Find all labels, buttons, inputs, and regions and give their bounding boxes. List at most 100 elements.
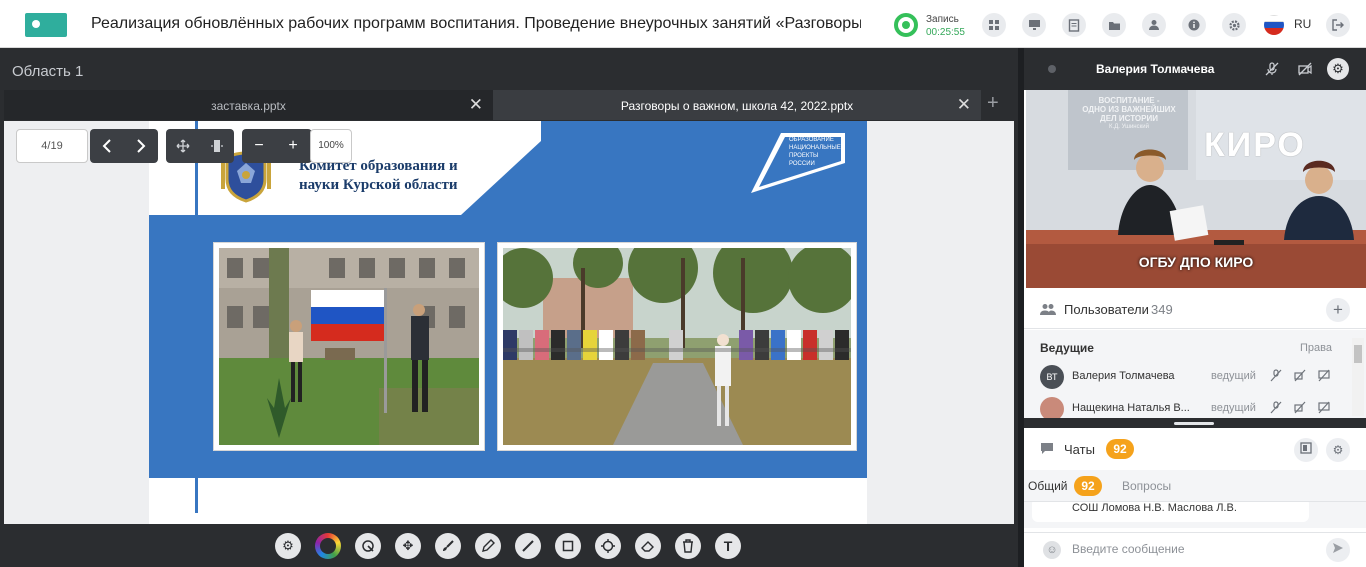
chat-label: Чаты (1064, 442, 1095, 457)
folder-icon[interactable] (1102, 13, 1126, 37)
rectangle-icon[interactable] (555, 533, 581, 559)
tab-zastavka[interactable]: заставка.pptx ✕ (4, 90, 493, 120)
area-title: Область 1 (12, 63, 84, 80)
pencil-icon[interactable] (475, 533, 501, 559)
eraser-icon[interactable] (635, 533, 661, 559)
fit-group (166, 129, 234, 163)
recording-time: 00:25:55 (926, 27, 965, 38)
mic-off-icon[interactable] (1270, 401, 1282, 417)
info-icon[interactable] (1182, 13, 1206, 37)
users-header[interactable]: Пользователи 349 + (1024, 291, 1366, 329)
national-projects-text: ОБРАЗОВАНИЕ НАЦИОНАЛЬНЫЕ ПРОЕКТЫ РОССИИ (789, 136, 844, 168)
user-settings-icon[interactable] (1142, 13, 1166, 37)
page-nav-group (90, 129, 158, 163)
chat-message: СОШ Ломова Н.В. Маслова Л.В. (1032, 502, 1309, 522)
fit-width-icon[interactable] (200, 129, 234, 163)
gear-icon[interactable] (1222, 13, 1246, 37)
send-icon[interactable] (1326, 538, 1350, 562)
users-icon (1040, 303, 1056, 318)
wall-text-line3: ДЕЛ ИСТОРИИ (1100, 114, 1158, 123)
zoom-in-icon[interactable]: + (276, 129, 310, 163)
fit-page-icon[interactable] (166, 129, 200, 163)
resize-handle-icon[interactable] (1174, 422, 1214, 425)
users-label: Пользователи (1064, 302, 1149, 317)
project-line1: ОБРАЗОВАНИЕ (789, 137, 834, 143)
language-label[interactable]: RU (1294, 17, 1311, 31)
status-dot (1048, 65, 1056, 73)
project-line3: ПРОЕКТЫ (789, 153, 819, 159)
users-list: Ведущие Права ВТ Валерия Толмачева ведущ… (1024, 330, 1366, 421)
mic-off-icon[interactable] (1261, 58, 1283, 80)
message-input[interactable] (1072, 542, 1312, 556)
event-title: Реализация обновлённых рабочих программ … (91, 15, 861, 32)
camera-off-icon[interactable] (1294, 58, 1316, 80)
video-settings-icon[interactable]: ⚙ (1327, 58, 1349, 80)
org-name-line2: науки Курской области (299, 177, 458, 193)
recording-icon[interactable] (894, 13, 918, 37)
chat-count-badge: 92 (1106, 439, 1134, 459)
chat-input-bar: ☺ (1024, 532, 1366, 567)
chevron-left-icon[interactable] (90, 129, 124, 163)
workspace-pane: Область 1 заставка.pptx ✕ Разговоры о ва… (0, 48, 1018, 567)
slide-divider-line (195, 121, 198, 513)
gear-icon[interactable]: ⚙ (275, 533, 301, 559)
video-caption: ОГБУ ДПО КИРО (1138, 254, 1254, 270)
chat-icon (1040, 442, 1054, 458)
close-icon[interactable]: ✕ (957, 95, 971, 115)
camera-off-icon[interactable] (1294, 401, 1306, 417)
chat-settings-icon[interactable]: ⚙ (1326, 438, 1350, 462)
page-indicator[interactable]: 4/19 (16, 129, 88, 163)
add-user-button[interactable]: + (1326, 298, 1350, 322)
flag-icon[interactable] (1264, 15, 1284, 35)
text-icon[interactable]: T (715, 533, 741, 559)
line-icon[interactable] (515, 533, 541, 559)
slide: Комитет образования и науки Курской обла… (149, 121, 867, 524)
tab-general[interactable]: Общий (1028, 479, 1068, 493)
chevron-right-icon[interactable] (124, 129, 158, 163)
chat-messages: СОШ Ломова Н.В. Маслова Л.В. (1024, 502, 1366, 528)
chat-list-icon[interactable] (1294, 438, 1318, 462)
wall-text: ВОСПИТАНИЕ - ОДНО ИЗ ВАЖНЕЙШИХ ДЕЛ ИСТОР… (1074, 96, 1184, 132)
mic-off-icon[interactable] (1270, 369, 1282, 385)
screen-icon[interactable] (1022, 13, 1046, 37)
chat-tabs: Общий 92 Вопросы (1024, 470, 1366, 502)
zoom-group: − + (242, 129, 312, 163)
user-role: ведущий (1211, 402, 1256, 414)
users-count: 349 (1151, 302, 1173, 317)
pointer-icon[interactable] (355, 533, 381, 559)
zoom-level[interactable]: 100% (310, 129, 352, 163)
photo-schoolyard (497, 242, 857, 451)
camera-off-icon[interactable] (1294, 369, 1306, 385)
document-icon[interactable] (1062, 13, 1086, 37)
rights-label[interactable]: Права (1300, 342, 1332, 354)
user-row[interactable]: ВТ Валерия Толмачева ведущий (1024, 362, 1350, 392)
top-bar: Реализация обновлённых рабочих программ … (0, 0, 1366, 48)
tab-razgovory[interactable]: Разговоры о важном, школа 42, 2022.pptx … (493, 90, 981, 120)
project-line2: НАЦИОНАЛЬНЫЕ (789, 145, 841, 151)
project-line4: РОССИИ (789, 161, 815, 167)
tab-label: заставка.pptx (211, 99, 286, 113)
brush-icon[interactable] (435, 533, 461, 559)
recording-label: Запись (926, 14, 959, 25)
move-icon[interactable]: ✥ (395, 533, 421, 559)
users-scrollbar-thumb[interactable] (1354, 345, 1362, 363)
chat-header[interactable]: Чаты 92 ⚙ (1024, 428, 1366, 470)
drawing-toolbar: ⚙ ✥ T (4, 525, 1014, 567)
presentation-viewer: Комитет образования и науки Курской обла… (4, 121, 1014, 524)
color-picker-icon[interactable] (315, 533, 341, 559)
add-tab-icon[interactable]: + (987, 92, 999, 115)
emoji-icon[interactable]: ☺ (1043, 541, 1061, 559)
wall-logo: КИРО (1204, 126, 1306, 164)
side-panel: Валерия Толмачева ⚙ ВОСПИТАНИЕ - ОДНО ИЗ… (1024, 48, 1366, 567)
tab-questions[interactable]: Вопросы (1122, 479, 1171, 493)
screen-share-off-icon[interactable] (1318, 401, 1330, 417)
trash-icon[interactable] (675, 533, 701, 559)
screen-share-off-icon[interactable] (1318, 369, 1330, 385)
zoom-out-icon[interactable]: − (242, 129, 276, 163)
hosts-section-title: Ведущие (1040, 341, 1094, 355)
apps-icon[interactable] (982, 13, 1006, 37)
close-icon[interactable]: ✕ (469, 95, 483, 115)
target-icon[interactable] (595, 533, 621, 559)
exit-icon[interactable] (1326, 13, 1350, 37)
wall-text-line1: ВОСПИТАНИЕ - (1098, 96, 1160, 105)
